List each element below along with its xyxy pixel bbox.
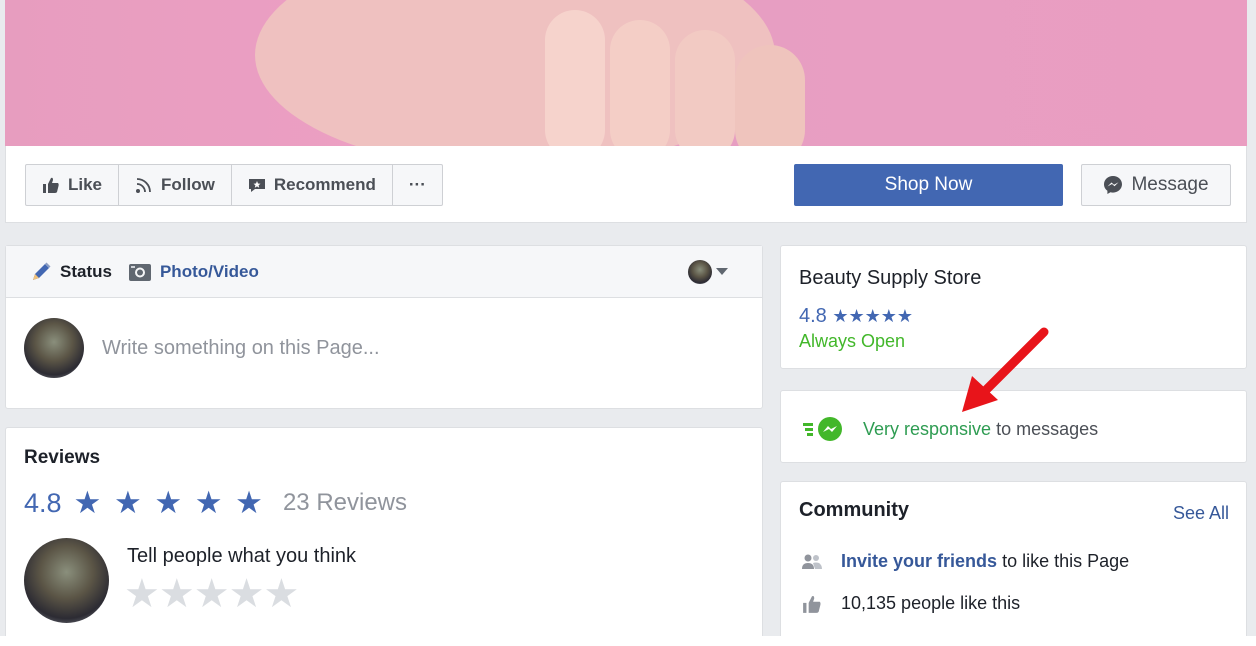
more-options-icon: ···: [408, 175, 426, 194]
recommend-label: Recommend: [273, 175, 376, 194]
reviews-title: Reviews: [24, 447, 101, 468]
shop-now-label: Shop Now: [884, 174, 973, 195]
community-card: Community See All Invite your friends to…: [780, 481, 1247, 646]
user-avatar: [24, 538, 109, 623]
likes-count-text: 10,135 people like this: [841, 593, 1021, 613]
invite-friends-text: to like this Page: [1002, 551, 1130, 571]
invite-friends-row: Invite your friends to like this Page: [801, 551, 1129, 572]
page-action-bar: Like Follow Recommend ··· Shop Now Messa…: [5, 146, 1247, 223]
reviews-stars: ★ ★ ★ ★ ★: [73, 485, 265, 520]
like-label: Like: [68, 175, 103, 194]
store-rating-stars: ★★★★★: [832, 306, 914, 326]
composer-placeholder[interactable]: Write something on this Page...: [102, 337, 380, 360]
page-avatar: [24, 318, 84, 378]
responsiveness-row: Very responsive to messages: [801, 415, 1098, 443]
community-title: Community: [799, 499, 909, 521]
see-all-link[interactable]: See All: [1173, 503, 1229, 524]
pencil-icon: [33, 262, 51, 280]
reviews-card: Reviews 4.8 ★ ★ ★ ★ ★ 23 Reviews Tell pe…: [5, 427, 763, 646]
rss-follow-icon: [136, 178, 151, 193]
thumbs-up-icon: [803, 595, 821, 613]
messenger-icon: [1104, 176, 1123, 194]
responsiveness-text: to messages: [996, 418, 1099, 439]
cover-photo: [5, 0, 1247, 146]
recommend-button[interactable]: Recommend: [232, 165, 393, 205]
more-options-button[interactable]: ···: [393, 165, 442, 205]
tab-status[interactable]: Status: [30, 261, 112, 283]
thumbs-up-icon: [43, 177, 59, 193]
review-star-input[interactable]: ★★★★★: [124, 571, 299, 617]
responsiveness-highlight: Very responsive: [863, 418, 992, 439]
camera-icon: [128, 263, 151, 281]
reviews-count-link[interactable]: 23 Reviews: [283, 489, 407, 517]
store-rating-score: 4.8: [799, 305, 827, 327]
tab-photo-video[interactable]: Photo/Video: [128, 261, 259, 283]
invite-friends-link[interactable]: Invite your friends: [841, 551, 997, 571]
follow-button[interactable]: Follow: [119, 165, 232, 205]
fast-messenger-icon: [803, 417, 842, 441]
store-rating[interactable]: 4.8 ★★★★★: [799, 305, 913, 328]
reviews-score: 4.8: [24, 487, 62, 518]
page-avatar-small: [688, 260, 712, 284]
review-prompt: Tell people what you think: [127, 545, 357, 567]
reviews-rating-row: 4.8 ★ ★ ★ ★ ★ 23 Reviews: [24, 485, 407, 521]
composer-input-row[interactable]: Write something on this Page...: [24, 318, 380, 378]
composer-tabs: Status Photo/Video: [6, 246, 762, 298]
viewport-bottom-edge: [0, 636, 1256, 646]
follow-label: Follow: [161, 175, 215, 194]
friends-icon: [802, 554, 822, 569]
annotation-arrow-icon: [962, 327, 1049, 412]
tab-photo-video-label: Photo/Video: [159, 261, 259, 281]
shop-now-button[interactable]: Shop Now: [794, 164, 1063, 206]
tab-status-label: Status: [60, 261, 112, 281]
recommend-icon: [248, 179, 265, 192]
post-composer: Status Photo/Video Write something on th…: [5, 245, 763, 409]
store-category: Beauty Supply Store: [799, 267, 982, 289]
page-action-group: Like Follow Recommend ···: [25, 164, 443, 206]
caret-down-icon: [716, 268, 728, 275]
likes-count-row: 10,135 people like this: [801, 593, 1020, 614]
store-hours: Always Open: [799, 331, 906, 351]
message-button[interactable]: Message: [1081, 164, 1231, 206]
message-label: Message: [1131, 174, 1209, 195]
like-button[interactable]: Like: [26, 165, 120, 205]
audience-selector[interactable]: [688, 260, 728, 284]
